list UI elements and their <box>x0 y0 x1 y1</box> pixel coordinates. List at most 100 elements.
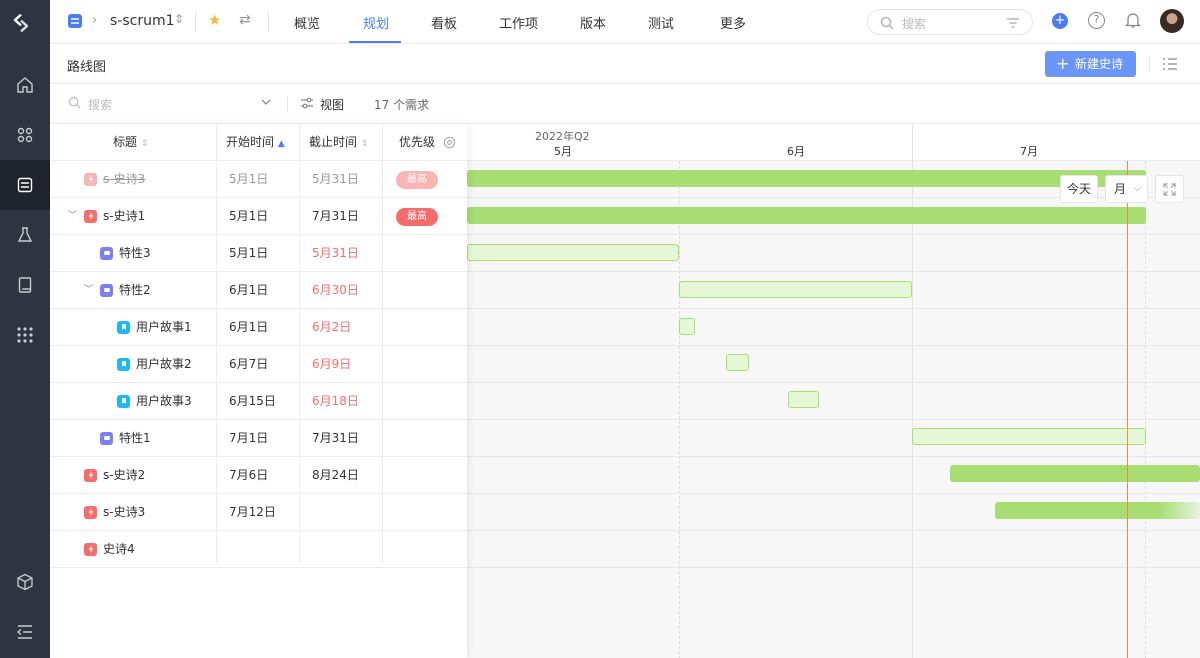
project-name[interactable]: s-scrum1 <box>110 13 175 29</box>
collapse-chevron-icon[interactable]: ﹀ <box>68 198 78 234</box>
timeline-bar-epic[interactable] <box>995 502 1200 519</box>
timeline-bar-epic[interactable] <box>467 207 1146 224</box>
timeline-bar-story[interactable] <box>788 391 819 408</box>
filter-icon[interactable] <box>1006 16 1020 33</box>
table-row[interactable]: s-史诗2 7月6日 8月24日 <box>50 457 467 494</box>
fullscreen-icon <box>1163 182 1176 196</box>
item-title[interactable]: 史诗4 <box>103 531 135 567</box>
timeline-bar-feature[interactable] <box>679 281 912 298</box>
time-scale-select[interactable]: 月 ⌵ <box>1105 175 1148 203</box>
tab-versions[interactable]: 版本 <box>580 13 606 32</box>
column-settings-icon[interactable] <box>443 124 456 161</box>
project-icon[interactable] <box>0 160 50 210</box>
left-rail <box>0 0 50 658</box>
table-row[interactable]: 特性3 5月1日 5月31日 <box>50 235 467 272</box>
user-avatar[interactable] <box>1160 9 1184 33</box>
cube-icon[interactable] <box>0 557 50 607</box>
tab-overview[interactable]: 概览 <box>294 13 320 32</box>
more-apps-grid-icon[interactable] <box>0 310 50 360</box>
item-title[interactable]: 用户故事3 <box>136 383 192 419</box>
timeline-bar-story[interactable] <box>726 354 749 371</box>
table-row[interactable]: 用户故事2 6月7日 6月9日 <box>50 346 467 383</box>
table-row[interactable]: ﹀ s-史诗1 5月1日 7月31日 最高 <box>50 198 467 235</box>
table-row[interactable]: ﹀ 特性2 6月1日 6月30日 <box>50 272 467 309</box>
end-date: 5月31日 <box>312 172 359 186</box>
table-row[interactable]: s-史诗3 5月1日 5月31日 最高 <box>50 161 467 198</box>
feature-icon <box>100 283 113 297</box>
today-button[interactable]: 今天 <box>1060 175 1098 203</box>
column-header-end[interactable]: 截止时间 ⇕ <box>309 124 368 161</box>
table-row[interactable]: 用户故事3 6月15日 6月18日 <box>50 383 467 420</box>
app-logo[interactable] <box>12 13 38 44</box>
item-title[interactable]: 特性3 <box>119 235 151 271</box>
timeline-header: 2022年Q2 5月 6月 7月 <box>467 124 1200 161</box>
requirement-count: 17 个需求 <box>374 98 430 112</box>
global-search-placeholder: 搜索 <box>902 17 927 31</box>
table-row[interactable]: 特性1 7月1日 7月31日 <box>50 420 467 457</box>
item-title[interactable]: s-史诗3 <box>103 494 145 530</box>
table-row[interactable]: s-史诗3 7月12日 <box>50 494 467 531</box>
start-date: 6月1日 <box>229 320 269 334</box>
item-title[interactable]: 特性2 <box>119 272 151 308</box>
view-button[interactable]: 视图 <box>320 96 344 113</box>
item-title[interactable]: 用户故事2 <box>136 346 192 382</box>
item-title[interactable]: 特性1 <box>119 420 151 456</box>
end-date: 6月18日 <box>312 394 359 408</box>
timeline-bar-feature[interactable] <box>912 428 1146 445</box>
fullscreen-button[interactable] <box>1155 175 1184 203</box>
epic-icon <box>84 542 97 556</box>
plus-icon: + <box>1056 54 1070 73</box>
tab-testing[interactable]: 测试 <box>648 13 674 32</box>
priority-cell[interactable]: 最高 <box>384 198 467 234</box>
tab-more[interactable]: 更多 <box>720 13 746 32</box>
star-icon[interactable]: ★ <box>208 11 221 29</box>
table-row[interactable]: 用户故事1 6月1日 6月2日 <box>50 309 467 346</box>
item-title[interactable]: s-史诗1 <box>103 198 145 234</box>
create-plus-icon[interactable]: + <box>1052 13 1068 29</box>
search-input[interactable]: 搜索 <box>88 96 112 113</box>
timeline-month-may: 5月 <box>554 145 572 158</box>
column-header-priority[interactable]: 优先级 <box>399 124 435 161</box>
tab-planning[interactable]: 规划 <box>363 13 389 32</box>
help-icon[interactable]: ? <box>1088 12 1105 29</box>
timeline-bar-feature[interactable] <box>467 244 679 261</box>
user-story-icon <box>117 394 130 408</box>
new-epic-button[interactable]: + 新建史诗 <box>1045 51 1136 77</box>
epic-icon <box>84 209 97 223</box>
column-header-start[interactable]: 开始时间 ▲ <box>226 124 285 161</box>
item-title[interactable]: s-史诗2 <box>103 457 145 493</box>
notification-bell-icon[interactable] <box>1124 11 1142 32</box>
epic-icon <box>84 505 97 519</box>
global-search-input[interactable]: 搜索 <box>867 9 1033 35</box>
priority-cell[interactable]: 最高 <box>384 161 467 197</box>
tab-board[interactable]: 看板 <box>431 13 457 32</box>
collapse-menu-icon[interactable] <box>0 607 50 657</box>
switch-arrows-icon[interactable]: ⇄ <box>239 12 251 28</box>
list-view-icon[interactable] <box>1162 57 1178 74</box>
tab-work-items[interactable]: 工作项 <box>499 13 538 32</box>
epic-icon <box>84 468 97 482</box>
apps-icon[interactable] <box>0 110 50 160</box>
timeline-bar-epic[interactable] <box>467 170 1146 187</box>
timeline-bar-story[interactable] <box>679 318 695 335</box>
project-switch-icon[interactable]: ⇕ <box>174 12 184 26</box>
timeline-bar-epic[interactable] <box>950 465 1200 482</box>
collapse-chevron-icon[interactable]: ﹀ <box>84 272 94 308</box>
feature-icon <box>100 246 113 260</box>
test-flask-icon[interactable] <box>0 210 50 260</box>
column-header-title[interactable]: 标题 ⇕ <box>113 124 148 161</box>
end-date: 6月2日 <box>312 320 352 334</box>
timeline-quarter-label: 2022年Q2 <box>535 130 590 143</box>
end-date: 7月31日 <box>312 209 359 223</box>
view-settings-icon[interactable] <box>300 96 314 113</box>
home-icon[interactable] <box>0 60 50 110</box>
item-title[interactable]: s-史诗3 <box>103 161 145 197</box>
table-row[interactable]: 史诗4 <box>50 531 467 568</box>
epic-icon <box>84 172 97 186</box>
wiki-book-icon[interactable] <box>0 260 50 310</box>
start-date: 5月1日 <box>229 172 269 186</box>
chevron-down-icon[interactable] <box>260 96 272 111</box>
new-epic-label: 新建史诗 <box>1075 57 1124 71</box>
page-title: 路线图 <box>67 60 107 75</box>
item-title[interactable]: 用户故事1 <box>136 309 192 345</box>
